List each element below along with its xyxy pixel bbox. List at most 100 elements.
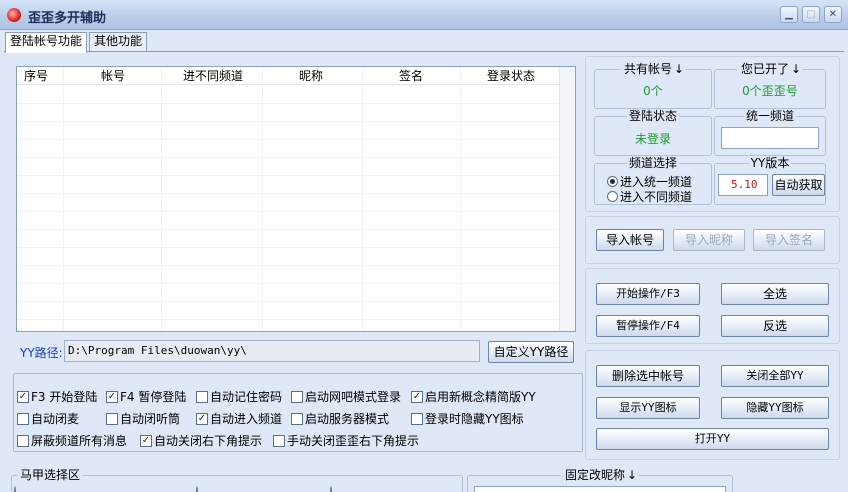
option-server-mode[interactable]: 启动服务器模式 [291,410,389,427]
option-hide-yy-icon[interactable]: 登录时隐藏YY图标 [411,410,524,427]
minimize-icon[interactable]: ▁ [780,6,798,23]
show-yy-icon-button[interactable]: 显示YY图标 [596,397,700,419]
col-channel[interactable]: 进不同频道 [183,68,243,84]
import-nickname-button[interactable]: 导入昵称 [673,229,745,251]
checkbox-icon[interactable]: ✓ [140,434,152,447]
vest-options-row [8,486,463,492]
checkbox-icon[interactable]: ✓ [196,412,208,425]
checkbox-icon[interactable]: ✓ [106,390,118,403]
option-auto-close-tips[interactable]: ✓ 自动关闭右下角提示 [140,432,262,449]
option-block-messages[interactable]: 屏蔽频道所有消息 [17,432,127,449]
yy-path-label: YY路径: [20,346,63,360]
grid-line [17,157,575,158]
tab-login-account[interactable]: 登陆帐号功能 [5,32,88,53]
option-lite-yy[interactable]: ✓ 启用新概念精简版YY [411,388,536,405]
unified-channel-group: 统一频道 [714,109,826,156]
grid-line [262,67,263,331]
option-auto-enter-channel[interactable]: ✓ 自动进入频道 [196,410,282,427]
grid-line [17,175,575,176]
close-icon[interactable]: ✕ [824,6,842,23]
yy-version-label: YY版本 [748,156,792,170]
pause-operation-button[interactable]: 暂停操作/F4 [596,315,700,337]
import-signature-button[interactable]: 导入签名 [753,229,825,251]
unified-channel-label: 统一频道 [743,109,796,123]
option-manual-close-tips[interactable]: 手动关闭歪歪右下角提示 [273,432,419,449]
grid-line [17,301,575,302]
custom-yy-path-button[interactable]: 自定义YY路径 [488,341,574,363]
col-nickname[interactable]: 昵称 [299,68,323,84]
auto-get-version-button[interactable]: 自动获取 [772,174,825,196]
channel-select-label: 频道选择 [626,156,679,170]
channel-select-group: 频道选择 进入统一频道 进入不同频道 [594,156,712,205]
window-title: 歪歪多开辅助 [28,11,107,26]
grid-line [161,67,162,331]
checkbox-icon[interactable]: ✓ [17,390,29,403]
option-auto-mute-mic[interactable]: 自动闭麦 [17,410,79,427]
grid-line [17,247,575,248]
checkbox-icon[interactable] [196,390,208,403]
unified-channel-input[interactable] [721,127,819,149]
close-all-yy-button[interactable]: 关闭全部YY [721,365,829,387]
invert-selection-button[interactable]: 反选 [721,315,829,337]
maximize-icon[interactable]: □ [802,6,820,23]
total-accounts-group: 共有帐号 ↓ 0个 [594,62,712,109]
grid-line [63,67,64,331]
grid-line [17,229,575,230]
checkbox-icon[interactable] [411,412,423,425]
checkbox-icon[interactable] [273,434,285,447]
radio-icon[interactable] [330,486,332,492]
option-netcafe-mode[interactable]: 启动网吧模式登录 [291,388,401,405]
list-scrollbar[interactable] [559,67,575,331]
fixed-nickname-field[interactable] [474,486,726,492]
grid-line [17,193,575,194]
checkbox-icon[interactable] [106,412,118,425]
login-status-value: 未登录 [634,132,671,146]
tab-other-functions[interactable]: 其他功能 [89,32,148,51]
checkbox-icon[interactable]: ✓ [411,390,423,403]
fixed-nickname-label: 固定改昵称 ↓ [560,468,640,482]
select-all-button[interactable]: 全选 [721,283,829,305]
radio-icon[interactable] [607,191,618,202]
delete-selected-button[interactable]: 删除选中帐号 [596,365,700,387]
col-login-status[interactable]: 登录状态 [487,68,535,84]
account-list[interactable]: 序号 帐号 进不同频道 昵称 签名 登录状态 [16,66,576,332]
grid-line [17,265,575,266]
start-operation-button[interactable]: 开始操作/F3 [596,283,700,305]
opened-value: 0个歪歪号 [742,84,798,98]
option-f4-pause[interactable]: ✓ F4 暂停登陆 [106,388,186,405]
hide-yy-icon-button[interactable]: 隐藏YY图标 [721,397,829,419]
grid-line [17,103,575,104]
title-bar [0,0,848,30]
import-account-button[interactable]: 导入帐号 [596,229,664,251]
opened-group: 您已开了 ↓ 0个歪歪号 [714,62,826,109]
checkbox-icon[interactable] [17,434,29,447]
opened-label: 您已开了 ↓ [736,62,804,76]
grid-line [17,283,575,284]
checkbox-icon[interactable] [17,412,29,425]
col-index[interactable]: 序号 [24,68,48,84]
radio-icon[interactable] [196,486,198,492]
login-status-group: 登陆状态 未登录 [594,109,712,156]
yy-version-group: YY版本 5.10 自动获取 [714,156,826,205]
login-status-label: 登陆状态 [626,109,679,123]
vest-select-label: 马甲选择区 [18,468,83,482]
radio-icon[interactable] [14,486,16,492]
radio-icon[interactable] [607,176,618,187]
col-signature[interactable]: 签名 [399,68,423,84]
grid-line [362,67,363,331]
option-remember-password[interactable]: 自动记住密码 [196,388,282,405]
grid-line [17,139,575,140]
radio-different-channel[interactable]: 进入不同频道 [607,188,692,205]
app-icon [7,8,21,22]
grid-line [17,211,575,212]
option-f3-start[interactable]: ✓ F3 开始登陆 [17,388,97,405]
grid-line [17,319,575,320]
col-account[interactable]: 帐号 [101,68,125,84]
yy-path-field[interactable]: D:\Program Files\duowan\yy\ [64,340,480,362]
yy-version-input[interactable]: 5.10 [718,174,768,196]
checkbox-icon[interactable] [291,390,303,403]
checkbox-icon[interactable] [291,412,303,425]
open-yy-button[interactable]: 打开YY [596,428,829,450]
option-auto-mute-speaker[interactable]: 自动闭听筒 [106,410,180,427]
grid-line [17,121,575,122]
